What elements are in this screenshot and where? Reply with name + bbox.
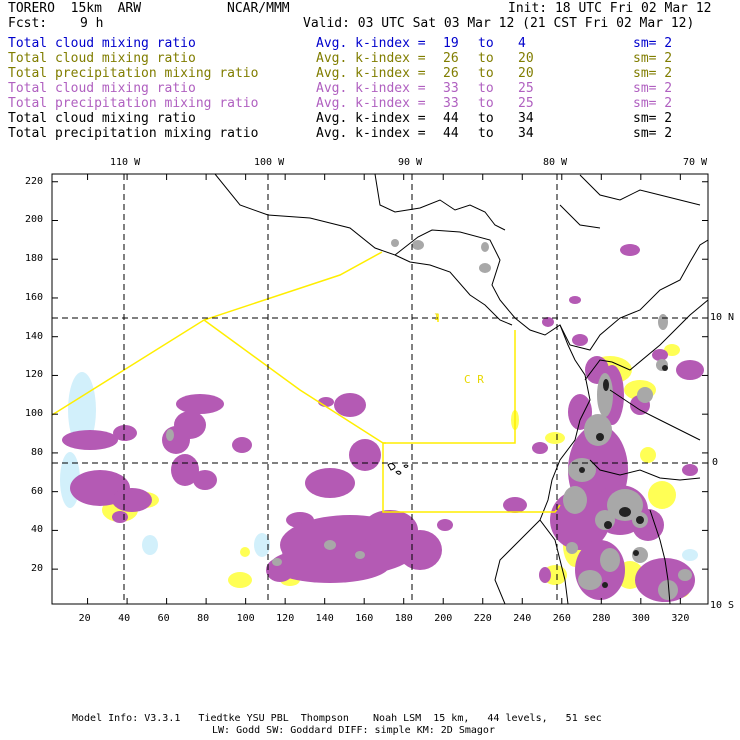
x-tick-label: 120 xyxy=(276,613,295,624)
longitude-label: 90 W xyxy=(398,157,423,168)
x-tick-label: 280 xyxy=(592,613,611,624)
x-tick-label: 100 xyxy=(236,613,255,624)
y-tick-label: 180 xyxy=(25,253,44,265)
latitude-label: 10 S xyxy=(710,600,735,611)
region-label-small: I xyxy=(434,313,440,323)
y-tick-label: 120 xyxy=(25,369,44,381)
x-tick-label: 180 xyxy=(394,613,413,624)
y-tick-label: 160 xyxy=(25,291,44,303)
region-label-cr: C R xyxy=(464,373,484,386)
map-panel xyxy=(51,173,709,605)
longitude-label: 70 W xyxy=(683,157,708,168)
x-tick-label: 160 xyxy=(355,613,374,624)
x-tick-label: 40 xyxy=(118,613,131,624)
x-tick-label: 140 xyxy=(315,613,334,624)
latitude-label: 10 N xyxy=(710,312,735,323)
y-tick-label: 100 xyxy=(25,408,44,420)
x-tick-label: 200 xyxy=(434,613,453,624)
longitude-label: 80 W xyxy=(543,157,568,168)
x-tick-label: 260 xyxy=(552,613,571,624)
x-tick-label: 300 xyxy=(631,613,650,624)
footer-physics: LW: Godd SW: Goddard DIFF: simple KM: 2D… xyxy=(212,725,495,736)
longitude-label: 100 W xyxy=(254,157,285,168)
y-tick-label: 220 xyxy=(25,175,44,187)
y-tick-label: 40 xyxy=(31,524,44,536)
x-tick-label: 80 xyxy=(197,613,210,624)
footer-model-info: Model Info: V3.3.1 Tiedtke YSU PBL Thomp… xyxy=(72,713,602,724)
x-tick-label: 220 xyxy=(473,613,492,624)
x-tick-label: 20 xyxy=(78,613,91,624)
x-tick-label: 240 xyxy=(513,613,532,624)
y-tick-label: 80 xyxy=(31,446,44,458)
x-tick-label: 320 xyxy=(671,613,690,624)
y-tick-label: 200 xyxy=(25,214,44,226)
longitude-label: 110 W xyxy=(110,157,141,168)
x-tick-label: 60 xyxy=(157,613,170,624)
y-tick-label: 140 xyxy=(25,330,44,342)
latitude-label: 0 xyxy=(712,457,719,468)
y-tick-label: 60 xyxy=(31,485,44,497)
y-tick-label: 20 xyxy=(31,563,44,575)
